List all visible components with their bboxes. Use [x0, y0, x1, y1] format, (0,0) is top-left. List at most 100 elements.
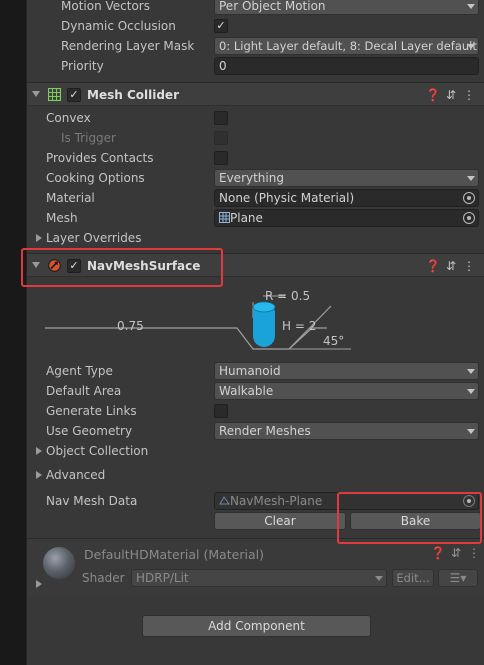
convex-label: Convex [46, 111, 91, 125]
kebab-menu-icon[interactable]: ⋮ [461, 88, 479, 102]
header-actions: ❓ ⇵ ⋮ [425, 88, 479, 102]
chevron-down-icon [467, 369, 475, 374]
agent-radius-label: R = 0.5 [265, 289, 311, 303]
foldout-arrow-icon[interactable] [32, 91, 40, 97]
motion-vectors-dropdown[interactable]: Per Object Motion [214, 0, 479, 15]
mesh-row: Mesh Plane [27, 208, 484, 228]
agent-height-label: H = 2 [282, 319, 317, 333]
provides-contacts-row: Provides Contacts [27, 148, 484, 168]
step-height-label: 0.75 [117, 319, 144, 333]
mesh-grid-icon [219, 212, 230, 223]
chevron-down-icon [467, 176, 475, 181]
material-object-field[interactable]: None (Physic Material) [214, 189, 479, 207]
object-collection-label: Object Collection [46, 444, 149, 458]
object-collection-row[interactable]: Object Collection [27, 441, 484, 461]
material-section: DefaultHDMaterial (Material) ❓ ⇵ ⋮ Shader … [27, 538, 484, 596]
chevron-down-icon [467, 4, 475, 9]
provides-contacts-checkbox[interactable] [214, 151, 228, 165]
dynamic-occlusion-row: Dynamic Occlusion ✓ [27, 16, 484, 36]
help-icon[interactable]: ❓ [430, 546, 448, 560]
advanced-row[interactable]: Advanced [27, 465, 484, 485]
nav-mesh-data-label: Nav Mesh Data [46, 494, 138, 508]
motion-vectors-row: Motion Vectors Per Object Motion [27, 0, 484, 16]
layer-overrides-row[interactable]: Layer Overrides [27, 228, 484, 248]
cooking-options-dropdown[interactable]: Everything [214, 169, 479, 187]
shader-dropdown[interactable]: HDRP/Lit [131, 569, 387, 587]
agent-type-label: Agent Type [46, 364, 113, 378]
generate-links-row: Generate Links [27, 401, 484, 421]
help-icon[interactable]: ❓ [425, 88, 443, 102]
kebab-menu-icon[interactable]: ⋮ [466, 546, 484, 560]
help-icon[interactable]: ❓ [425, 259, 443, 273]
add-component-button[interactable]: Add Component [142, 615, 371, 637]
navmesh-surface-highlight [21, 248, 223, 287]
edit-shader-button[interactable]: Edit... [392, 569, 434, 587]
chevron-down-icon [467, 389, 475, 394]
priority-input[interactable]: 0 [214, 57, 479, 75]
presets-icon[interactable]: ⇵ [443, 259, 461, 273]
generate-links-label: Generate Links [46, 404, 137, 418]
priority-label: Priority [61, 59, 104, 73]
bake-highlight [337, 492, 482, 544]
dynamic-occlusion-checkbox[interactable]: ✓ [214, 19, 228, 33]
default-area-label: Default Area [46, 384, 122, 398]
chevron-down-icon [467, 429, 475, 434]
header-actions: ❓ ⇵ ⋮ [425, 259, 479, 273]
material-label: Material [46, 191, 95, 205]
mesh-collider-title: Mesh Collider [87, 88, 179, 102]
generate-links-checkbox[interactable] [214, 404, 228, 418]
mesh-collider-header[interactable]: ✓ Mesh Collider ❓ ⇵ ⋮ [27, 82, 484, 106]
provides-contacts-label: Provides Contacts [46, 151, 154, 165]
mesh-collider-enabled-checkbox[interactable]: ✓ [67, 88, 81, 102]
rendering-layer-mask-dropdown[interactable]: 0: Light Layer default, 8: Decal Layer d… [214, 37, 479, 55]
list-icon: ☰▾ [449, 571, 467, 585]
kebab-menu-icon[interactable]: ⋮ [461, 259, 479, 273]
is-trigger-row: Is Trigger [27, 128, 484, 148]
object-picker-icon[interactable] [463, 192, 475, 204]
foldout-arrow-icon[interactable] [36, 471, 42, 479]
mesh-label: Mesh [46, 211, 78, 225]
cooking-options-row: Cooking Options Everything [27, 168, 484, 188]
shader-label: Shader [82, 571, 125, 585]
inspector-panel: Motion Vectors Per Object Motion Dynamic… [26, 0, 484, 665]
foldout-arrow-icon[interactable] [36, 234, 42, 242]
chevron-down-icon [467, 44, 475, 49]
convex-checkbox[interactable] [214, 111, 228, 125]
foldout-arrow-icon[interactable] [36, 580, 42, 588]
agent-type-dropdown[interactable]: Humanoid [214, 362, 479, 380]
motion-vectors-label: Motion Vectors [61, 0, 150, 13]
advanced-label: Advanced [46, 468, 106, 482]
agent-diagram-graphic [45, 295, 351, 350]
header-actions: ❓ ⇵ ⋮ [430, 546, 484, 560]
chevron-down-icon [375, 576, 383, 581]
is-trigger-label: Is Trigger [61, 131, 116, 145]
navmesh-asset-icon [219, 496, 230, 505]
use-geometry-row: Use Geometry Render Meshes [27, 421, 484, 441]
priority-row: Priority 0 [27, 56, 484, 76]
shader-options-button[interactable]: ☰▾ [438, 569, 478, 587]
foldout-arrow-icon[interactable] [36, 447, 42, 455]
default-area-row: Default Area Walkable [27, 381, 484, 401]
agent-settings-diagram: R = 0.5 H = 2 0.75 45° [27, 280, 484, 355]
is-trigger-checkbox [214, 131, 228, 145]
presets-icon[interactable]: ⇵ [448, 546, 466, 560]
layer-overrides-label: Layer Overrides [46, 231, 142, 245]
presets-icon[interactable]: ⇵ [443, 88, 461, 102]
rendering-layer-mask-label: Rendering Layer Mask [61, 39, 195, 53]
default-area-dropdown[interactable]: Walkable [214, 382, 479, 400]
use-geometry-label: Use Geometry [46, 424, 133, 438]
object-picker-icon[interactable] [463, 212, 475, 224]
max-slope-label: 45° [323, 334, 345, 348]
cooking-options-label: Cooking Options [46, 171, 145, 185]
rendering-layer-mask-row: Rendering Layer Mask 0: Light Layer defa… [27, 36, 484, 56]
use-geometry-dropdown[interactable]: Render Meshes [214, 422, 479, 440]
material-row: Material None (Physic Material) [27, 188, 484, 208]
agent-type-row: Agent Type Humanoid [27, 361, 484, 381]
clear-button[interactable]: Clear [214, 512, 346, 530]
mesh-object-field[interactable]: Plane [214, 209, 479, 227]
convex-row: Convex [27, 108, 484, 128]
material-preview-sphere [43, 547, 75, 579]
mesh-grid-icon [48, 88, 61, 101]
material-title: DefaultHDMaterial (Material) [84, 547, 264, 562]
dynamic-occlusion-label: Dynamic Occlusion [61, 19, 176, 33]
